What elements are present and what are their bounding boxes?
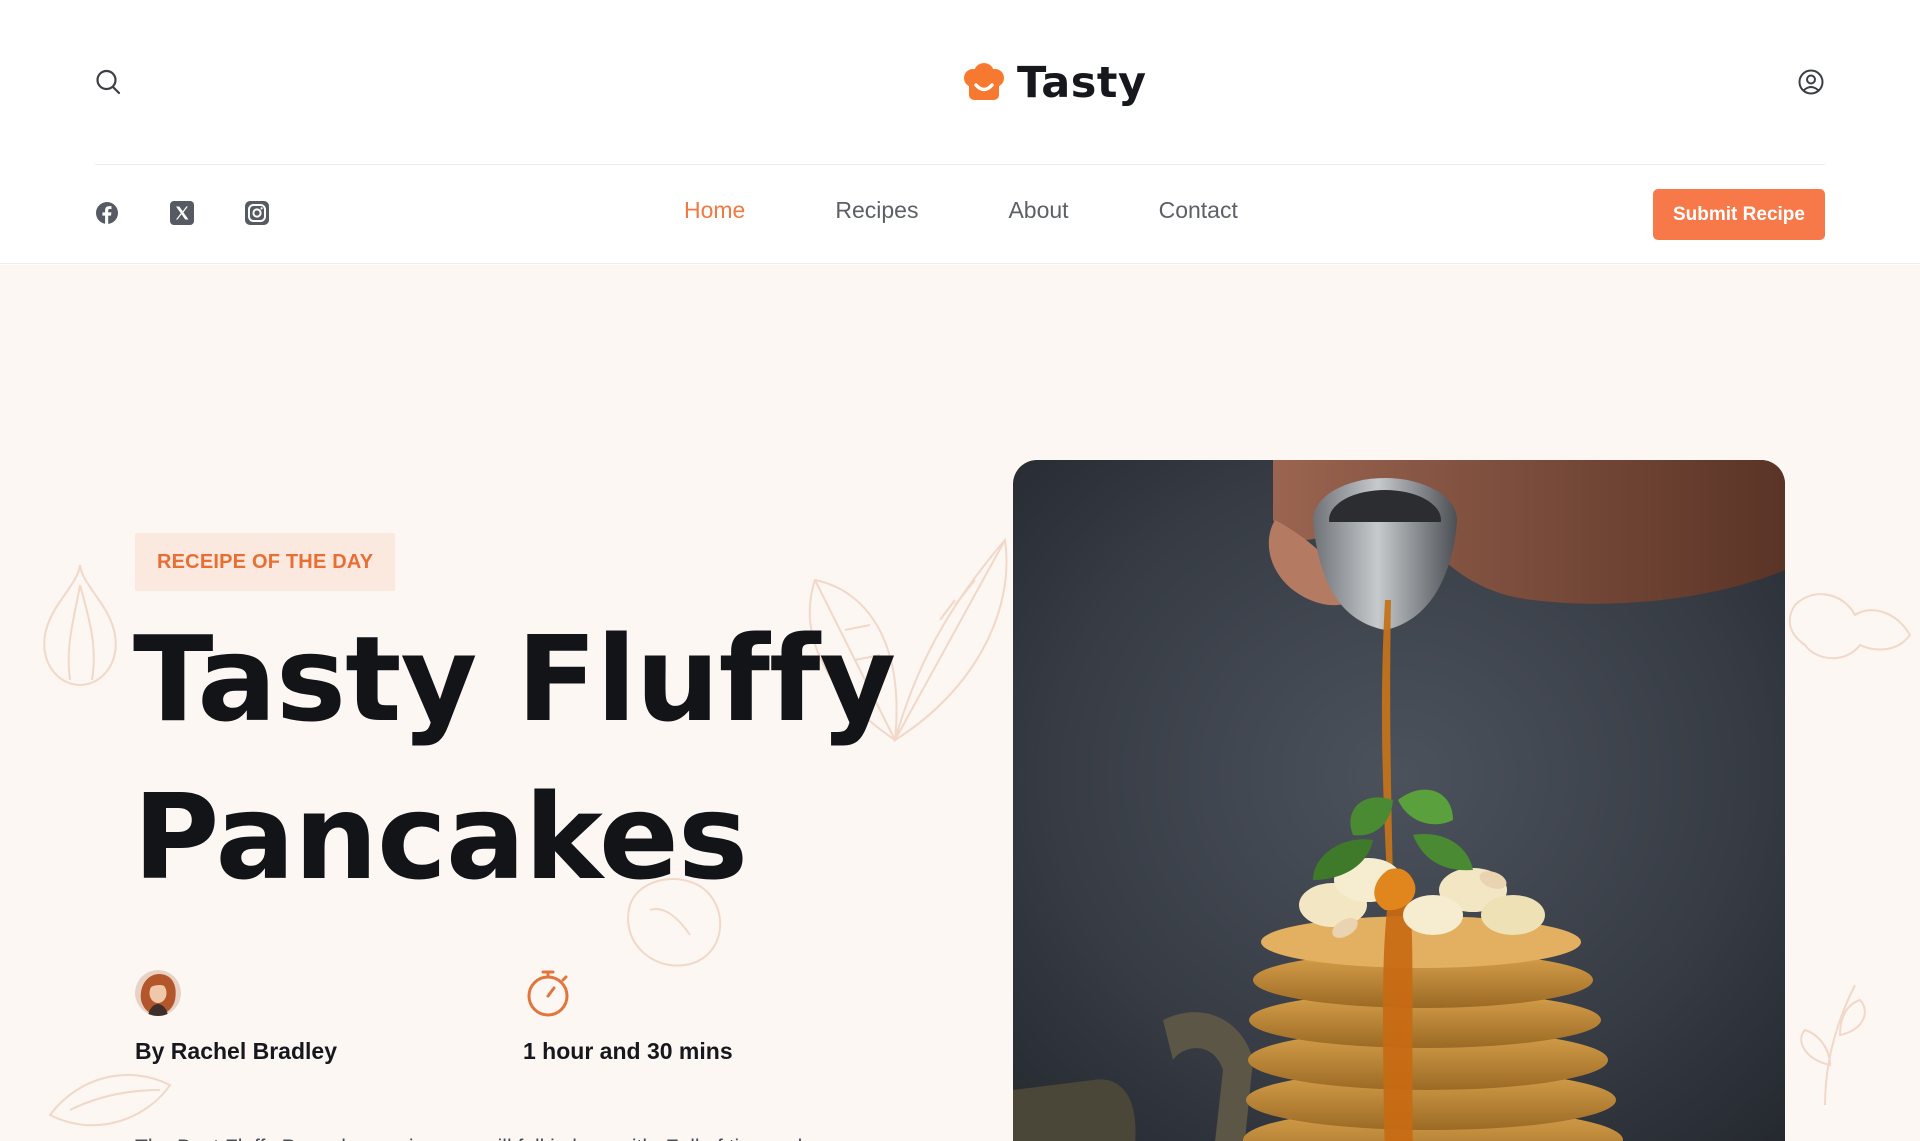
pancakes-photo — [1013, 460, 1785, 1141]
nav-recipes[interactable]: Recipes — [835, 197, 918, 224]
cook-time: 1 hour and 30 mins — [523, 1038, 733, 1064]
nav-about[interactable]: About — [1008, 197, 1068, 224]
herb-illustration — [1800, 984, 1866, 1106]
social-links — [95, 201, 269, 225]
chef-hat-icon — [964, 63, 1004, 100]
logo-text: Tasty — [1017, 58, 1147, 108]
submit-recipe-button[interactable]: Submit Recipe — [1653, 189, 1825, 240]
search-icon[interactable] — [95, 68, 121, 96]
recipe-of-day-badge: RECEIPE OF THE DAY — [135, 533, 396, 591]
recipe-author: By Rachel Bradley — [135, 970, 337, 1065]
pepper-illustration — [48, 1074, 172, 1127]
header-top-row: Tasty — [95, 0, 1825, 165]
site-header: Tasty Home Recipes About Contact Submit … — [0, 0, 1920, 264]
user-circle-icon[interactable] — [1797, 68, 1825, 96]
x-icon[interactable] — [170, 201, 194, 225]
author-name[interactable]: By Rachel Bradley — [135, 1038, 337, 1065]
timer-icon — [527, 970, 569, 1017]
nav-contact[interactable]: Contact — [1159, 197, 1238, 224]
recipe-intro: The Best Fluffy Pancakes recipe you will… — [135, 1131, 895, 1141]
header-nav-row: Home Recipes About Contact Submit Recipe — [95, 165, 1825, 264]
author-avatar — [135, 970, 181, 1016]
ginger-illustration — [1788, 593, 1912, 660]
facebook-icon[interactable] — [95, 201, 119, 225]
main-nav: Home Recipes About Contact — [684, 197, 1238, 224]
site-logo[interactable]: Tasty — [963, 52, 1146, 114]
instagram-icon[interactable] — [245, 201, 269, 225]
recipe-time: 1 hour and 30 mins — [523, 968, 733, 1065]
recipe-title: Tasty Fluffy Pancakes — [133, 610, 896, 906]
garlic-illustration — [43, 564, 117, 687]
hero-section: RECEIPE OF THE DAY Tasty Fluffy Pancakes… — [0, 265, 1920, 1141]
nav-home[interactable]: Home — [684, 197, 745, 224]
